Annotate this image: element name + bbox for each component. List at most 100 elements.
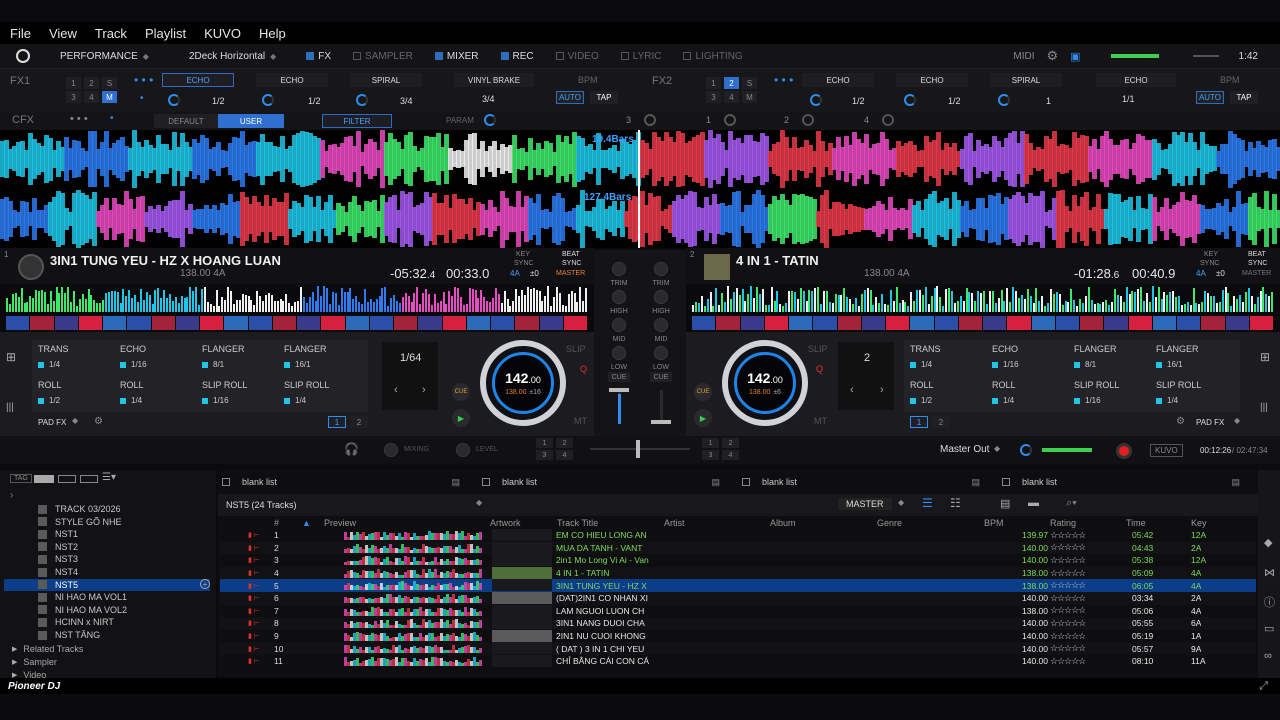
column-header-preview[interactable]: Preview: [324, 518, 356, 528]
deck1-padfx-label[interactable]: PAD FX: [38, 418, 66, 427]
deck2-assign[interactable]: 1: [702, 438, 719, 448]
deck1-overview-waveform[interactable]: [0, 286, 594, 332]
deck2-pad-4[interactable]: FLANGER 16/1: [1156, 344, 1236, 378]
list-view-icon[interactable]: ☰: [922, 496, 933, 510]
deck1-keysync-button[interactable]: SYNC: [514, 260, 533, 267]
split-view-icon[interactable]: ▤: [1000, 497, 1010, 510]
master-select-chevron-icon[interactable]: ◆: [898, 498, 904, 507]
gear-icon[interactable]: ⚙: [1046, 48, 1058, 64]
toggle-rec[interactable]: REC: [500, 51, 534, 62]
column-header-genre[interactable]: Genre: [877, 518, 902, 528]
deck1-loop-next-icon[interactable]: ›: [422, 384, 426, 396]
expand-icon[interactable]: ⤢: [1259, 680, 1268, 693]
folder-2[interactable]: ▶ Sampler: [12, 657, 57, 667]
view-mode-3-icon[interactable]: [80, 475, 98, 483]
layout-select[interactable]: 2Deck Horizontal ◆: [189, 51, 276, 62]
deck1-assign[interactable]: 3: [536, 450, 553, 460]
row-preview[interactable]: [344, 631, 482, 641]
search-icon[interactable]: ⌕▾: [1066, 497, 1077, 510]
table-row[interactable]: ▮ ⊢ 5 3IN1 TUNG YEU - HZ X 138.00 ☆☆☆☆☆ 06:05…: [220, 579, 1256, 592]
toggle-video[interactable]: VIDEO: [555, 51, 599, 62]
toggle-mixer[interactable]: MIXER: [434, 51, 479, 62]
cfx-knob-1[interactable]: [724, 114, 736, 126]
ch2-trim-knob[interactable]: [654, 262, 668, 276]
fx2-slot3-select[interactable]: SPIRAL: [990, 73, 1062, 87]
deck1-beatsync-button[interactable]: SYNC: [562, 260, 581, 267]
cfx-knob-2[interactable]: [802, 114, 814, 126]
row-rating[interactable]: ☆☆☆☆☆: [1050, 618, 1085, 629]
fx2-slot2-knob[interactable]: [904, 94, 916, 106]
deck1-pad-7[interactable]: SLIP ROLL 1/16: [202, 380, 282, 414]
fx2-slot1-select[interactable]: ECHO: [802, 73, 874, 87]
headphone-icon[interactable]: 🎧: [344, 442, 359, 456]
toggle-lyric[interactable]: LYRIC: [620, 51, 661, 62]
deck1-pad-8[interactable]: SLIP ROLL 1/4: [284, 380, 364, 414]
sub-browser-tab-3[interactable]: blank list ▤: [742, 474, 990, 490]
table-row[interactable]: ▮ ⊢ 6 (DAT)2IN1 CO NHAN XI 140.00 ☆☆☆☆☆ 03:34…: [220, 592, 1256, 605]
tree-item-8[interactable]: NI HAO MA VOL1: [38, 592, 127, 602]
tree-item-7[interactable]: NST5: [38, 580, 78, 590]
ch1-high-knob[interactable]: [612, 290, 626, 304]
deck2-padfx-chevron-icon[interactable]: ◆: [1234, 416, 1240, 425]
list-menu-icon[interactable]: ☰▾: [102, 472, 116, 483]
tree-item-10[interactable]: HCINN x NIRT: [38, 617, 114, 627]
ch2-cue-button[interactable]: CUE: [650, 372, 672, 382]
tree-item-2[interactable]: STYLE GÕ NHE: [38, 517, 122, 527]
view-mode-2-icon[interactable]: [58, 475, 76, 483]
fx2-slot1-knob[interactable]: [810, 94, 822, 106]
row-preview[interactable]: [344, 619, 482, 629]
table-row[interactable]: ▮ ⊢ 1 EM CO HIEU LONG AN 139.97 ☆☆☆☆☆ 05:42 12…: [220, 529, 1256, 542]
tag-button[interactable]: TAG: [10, 474, 32, 483]
deck1-pad-3[interactable]: FLANGER 8/1: [202, 344, 282, 378]
fx2-deck-toggle[interactable]: M: [742, 91, 757, 103]
deck2-padfx-label[interactable]: PAD FX: [1196, 418, 1224, 427]
fx1-deck-toggle[interactable]: 4: [84, 91, 99, 103]
row-rating[interactable]: ☆☆☆☆☆: [1050, 542, 1085, 553]
deck2-master-button[interactable]: MASTER: [1242, 270, 1271, 277]
deck2-page-2[interactable]: 2: [932, 416, 950, 428]
row-rating[interactable]: ☆☆☆☆☆: [1050, 580, 1085, 591]
master-out-select[interactable]: Master Out: [940, 444, 989, 455]
row-preview[interactable]: [344, 543, 482, 553]
table-row[interactable]: ▮ ⊢ 11 CHỈ BẰNG CÁI CON CÁ 140.00 ☆☆☆☆☆ 08:10…: [220, 655, 1256, 668]
deck2-assign[interactable]: 3: [702, 450, 719, 460]
fx1-deck-toggle[interactable]: 1: [66, 77, 81, 89]
table-row[interactable]: ▮ ⊢ 2 MUA DA TANH - VANT 140.00 ☆☆☆☆☆ 04:43 2A: [220, 541, 1256, 555]
deck1-quantize-button[interactable]: Q: [580, 364, 587, 374]
sub-browser-tab-4[interactable]: blank list ▤: [1002, 474, 1250, 490]
menu-playlist[interactable]: Playlist: [145, 26, 186, 41]
record-button[interactable]: [1116, 443, 1132, 459]
table-row[interactable]: ▮ ⊢ 8 3IN1 NANG DUOI CHA 140.00 ☆☆☆☆☆ 05:55 6A: [220, 617, 1256, 630]
related-icon[interactable]: ⋈: [1264, 566, 1275, 579]
fx2-auto-button[interactable]: AUTO: [1196, 91, 1224, 104]
fx2-deck-toggle[interactable]: 3: [706, 91, 721, 103]
deck2-pad-3[interactable]: FLANGER 8/1: [1074, 344, 1154, 378]
row-rating[interactable]: ☆☆☆☆☆: [1050, 593, 1085, 604]
deck1-cue-button[interactable]: CUE: [452, 383, 470, 401]
tree-item-9[interactable]: NI HAO MA VOL2: [38, 605, 127, 615]
tree-item-5[interactable]: NST3: [38, 554, 78, 564]
rekordbox-logo-icon[interactable]: [16, 49, 30, 63]
monitor-icon[interactable]: ▣: [1070, 50, 1080, 63]
deck1-grid-icon[interactable]: ⊞: [6, 350, 16, 364]
mixing-knob[interactable]: [384, 443, 398, 457]
deck2-pad-7[interactable]: SLIP ROLL 1/16: [1074, 380, 1154, 414]
mode-select[interactable]: PERFORMANCE ◆: [60, 51, 149, 62]
view-mode-1-icon[interactable]: [34, 475, 54, 483]
folder-1[interactable]: ▶ Related Tracks: [12, 644, 83, 654]
tree-item-3[interactable]: NST1: [38, 529, 78, 539]
fx2-deck-toggle[interactable]: S: [742, 77, 757, 89]
cfx-param-knob[interactable]: [484, 114, 496, 126]
deck2-assign[interactable]: 2: [722, 438, 739, 448]
row-preview[interactable]: [344, 568, 482, 578]
fx2-tap-button[interactable]: TAP: [1230, 91, 1258, 104]
menu-kuvo[interactable]: KUVO: [204, 26, 241, 41]
cfx-user-button[interactable]: USER: [218, 114, 284, 128]
column-header-bpm[interactable]: BPM: [984, 518, 1004, 528]
row-rating[interactable]: ☆☆☆☆☆: [1050, 530, 1085, 541]
deck2-page-1[interactable]: 1: [910, 416, 928, 428]
toggle-lighting[interactable]: LIGHTING: [683, 51, 743, 62]
column-header-album[interactable]: Album: [770, 518, 796, 528]
crossfader-handle[interactable]: [636, 440, 640, 458]
deck1-pad-6[interactable]: ROLL 1/4: [120, 380, 200, 414]
